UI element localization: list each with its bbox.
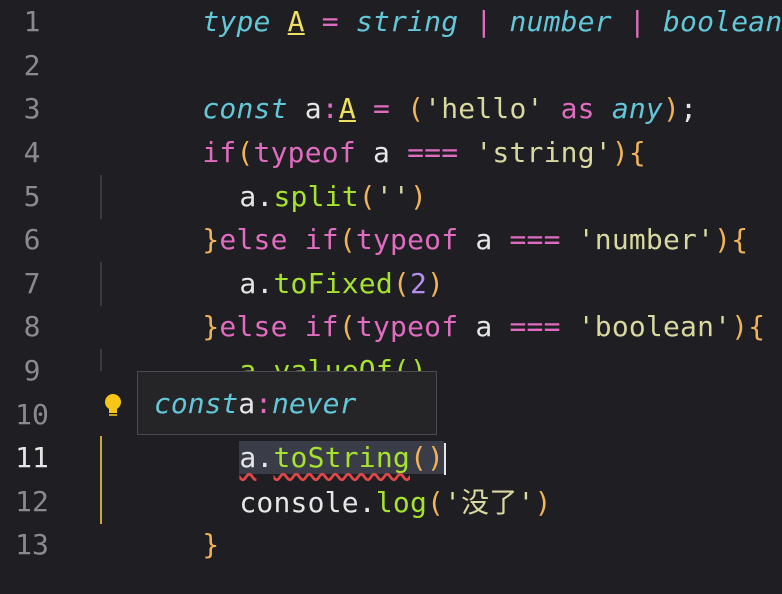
- type-hover-tooltip: const a: never: [137, 371, 437, 435]
- code-line-13[interactable]: 13 }: [0, 523, 782, 567]
- strict-equals: ===: [509, 223, 561, 257]
- keyword-type: type: [202, 5, 271, 39]
- line-number: 1: [23, 5, 41, 39]
- code-editor[interactable]: 1 type A = string | number | boolean; 2 …: [0, 0, 782, 571]
- brace-open: {: [731, 223, 749, 257]
- semicolon: ;: [680, 92, 698, 126]
- hover-keyword: const: [154, 386, 239, 420]
- paren-close: ): [611, 136, 629, 170]
- line-number: 5: [23, 179, 41, 213]
- console-object[interactable]: console: [239, 486, 358, 519]
- paren-close: ): [714, 223, 732, 257]
- method-log[interactable]: log: [376, 486, 427, 519]
- brace-close: }: [202, 528, 220, 562]
- hover-type: never: [272, 386, 357, 420]
- paren-close: ): [663, 92, 681, 126]
- variable-a[interactable]: a: [475, 223, 492, 256]
- type-name[interactable]: A: [288, 5, 305, 38]
- paren-open: (: [427, 486, 445, 520]
- line-number: 11: [15, 441, 49, 475]
- code-line-1[interactable]: 1 type A = string | number | boolean;: [0, 0, 782, 44]
- line-number: 10: [15, 397, 49, 431]
- line-number: 9: [23, 354, 41, 388]
- line-number: 4: [23, 136, 41, 170]
- type-boolean: boolean: [663, 5, 782, 39]
- hover-variable: a: [238, 386, 256, 420]
- line-number: 2: [23, 48, 41, 82]
- dot: .: [358, 486, 376, 520]
- type-number: number: [509, 5, 612, 39]
- hover-colon: :: [255, 386, 273, 420]
- union-bar: |: [475, 5, 493, 39]
- paren-close: ): [731, 310, 749, 344]
- strict-equals: ===: [509, 310, 561, 344]
- string-literal: 'string': [475, 136, 612, 170]
- lightbulb-icon[interactable]: [102, 393, 124, 419]
- brace-open: {: [628, 136, 646, 170]
- union-bar: |: [628, 5, 646, 39]
- line-number: 13: [15, 528, 49, 562]
- line-number: 7: [23, 266, 41, 300]
- paren-close: ): [534, 486, 552, 520]
- string-literal: '没了': [444, 486, 535, 520]
- variable-a[interactable]: a: [475, 310, 492, 343]
- string-literal: 'number': [577, 223, 715, 257]
- line-number: 12: [15, 484, 49, 518]
- line-number: 6: [23, 223, 41, 257]
- type-string: string: [355, 5, 459, 39]
- equals-operator: =: [321, 5, 339, 39]
- line-number: 3: [23, 92, 41, 126]
- brace-open: {: [748, 310, 766, 344]
- string-literal: 'boolean': [577, 310, 732, 344]
- line-number: 8: [23, 310, 41, 344]
